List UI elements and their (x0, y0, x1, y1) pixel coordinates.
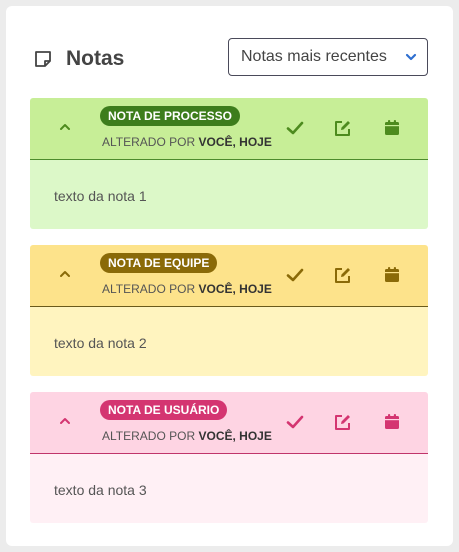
calendar-icon (385, 267, 399, 282)
meta-author: VOCÊ, HOJE (198, 429, 272, 443)
meta-author: VOCÊ, HOJE (198, 135, 272, 149)
meta-author: VOCÊ, HOJE (198, 282, 272, 296)
page-title: Notas (66, 47, 125, 70)
note-text: texto da nota 1 (54, 188, 147, 204)
edit-button[interactable] (333, 412, 353, 432)
edit-icon (335, 415, 350, 430)
calendar-icon (385, 414, 399, 429)
meta-prefix: ALTERADO POR (102, 135, 196, 149)
check-icon (286, 121, 304, 135)
meta-prefix: ALTERADO POR (102, 429, 196, 443)
edit-button[interactable] (333, 118, 353, 138)
note-type-badge: NOTA DE PROCESSO (100, 106, 241, 126)
note-type-badge: NOTA DE EQUIPE (100, 253, 218, 273)
schedule-button[interactable] (382, 118, 402, 138)
note-card-process: NOTA DE PROCESSO ALTERADO POR VOCÊ, HOJE (30, 98, 428, 229)
note-icon (35, 51, 51, 67)
note-meta: ALTERADO POR VOCÊ, HOJE (102, 429, 272, 443)
schedule-button[interactable] (382, 412, 402, 432)
note-body: texto da nota 1 (30, 160, 428, 229)
chevron-up-icon[interactable] (59, 417, 71, 425)
chevron-down-icon (405, 53, 417, 61)
note-header: NOTA DE USUÁRIO ALTERADO POR VOCÊ, HOJE (30, 392, 428, 454)
edit-icon (335, 268, 350, 283)
chevron-up-icon[interactable] (59, 123, 71, 131)
note-type-badge: NOTA DE USUÁRIO (100, 400, 228, 420)
resolve-button[interactable] (285, 265, 305, 285)
notes-header: Notas Notas mais recentes (6, 6, 453, 98)
sort-select[interactable]: Notas mais recentes (228, 38, 428, 76)
check-icon (286, 268, 304, 282)
chevron-up-icon[interactable] (59, 270, 71, 278)
edit-icon (335, 121, 350, 136)
check-icon (286, 415, 304, 429)
note-text: texto da nota 2 (54, 335, 147, 351)
edit-button[interactable] (333, 265, 353, 285)
notes-panel: Notas Notas mais recentes NOTA DE PROCES… (6, 6, 453, 546)
note-body: texto da nota 2 (30, 307, 428, 376)
note-header: NOTA DE EQUIPE ALTERADO POR VOCÊ, HOJE (30, 245, 428, 307)
sort-select-value: Notas mais recentes (241, 48, 387, 65)
note-meta: ALTERADO POR VOCÊ, HOJE (102, 282, 272, 296)
resolve-button[interactable] (285, 412, 305, 432)
note-body: texto da nota 3 (30, 454, 428, 523)
resolve-button[interactable] (285, 118, 305, 138)
meta-prefix: ALTERADO POR (102, 282, 196, 296)
note-card-user: NOTA DE USUÁRIO ALTERADO POR VOCÊ, HOJE (30, 392, 428, 523)
calendar-icon (385, 120, 399, 135)
note-meta: ALTERADO POR VOCÊ, HOJE (102, 135, 272, 149)
note-card-team: NOTA DE EQUIPE ALTERADO POR VOCÊ, HOJE t… (30, 245, 428, 376)
note-text: texto da nota 3 (54, 482, 147, 498)
schedule-button[interactable] (382, 265, 402, 285)
note-header: NOTA DE PROCESSO ALTERADO POR VOCÊ, HOJE (30, 98, 428, 160)
